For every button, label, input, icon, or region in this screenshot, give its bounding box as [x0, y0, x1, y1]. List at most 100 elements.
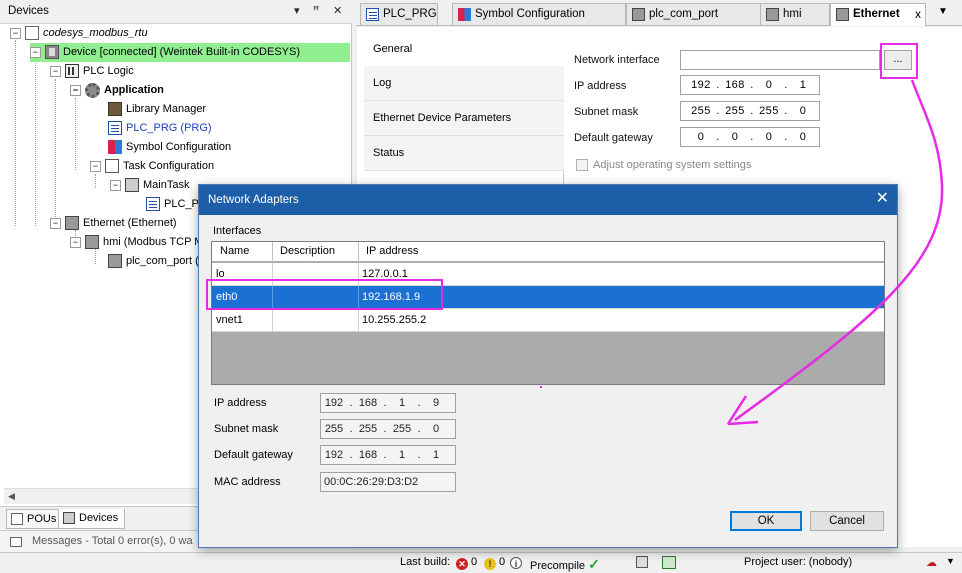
tab-plc-com-port[interactable]: plc_com_port — [626, 3, 762, 25]
program-icon — [108, 121, 122, 136]
messages-summary: Messages - Total 0 error(s), 0 wa — [32, 535, 193, 547]
collapse-icon[interactable]: − — [90, 160, 101, 172]
dialog-close-icon[interactable]: ✕ — [876, 190, 889, 208]
dialog-default-gateway-label: Default gateway — [214, 449, 293, 461]
program-call-icon — [146, 197, 160, 212]
column-header-ip-address[interactable]: IP address — [366, 245, 418, 257]
subnet-mask-label: Subnet mask — [574, 106, 639, 118]
side-tab-general[interactable]: General — [364, 32, 564, 66]
collapse-icon[interactable]: − — [50, 65, 61, 77]
tab-symbol-configuration[interactable]: Symbol Configuration — [452, 3, 626, 25]
device-icon — [45, 45, 59, 60]
column-header-description[interactable]: Description — [280, 245, 335, 257]
side-tab-ethernet-device-parameters[interactable]: Ethernet Device Parameters — [364, 101, 564, 136]
dialog-title: Network Adapters — [208, 194, 299, 206]
program-icon — [366, 8, 379, 21]
tree-item-project[interactable]: − codesys_modbus_rtu — [10, 24, 148, 43]
ok-button[interactable]: OK — [730, 511, 802, 531]
tree-item-plc-prg[interactable]: PLC_PRG (PRG) — [108, 119, 212, 138]
dialog-subnet-mask-field: 255. 255. 255. 0 — [320, 419, 456, 439]
ip-address-field[interactable]: 192. 168. 0. 1 — [680, 75, 820, 95]
com-port-icon — [108, 254, 122, 269]
scroll-left-icon[interactable]: ◀ — [8, 491, 15, 502]
selected-row-highlight — [206, 279, 443, 310]
side-tab-status[interactable]: Status — [364, 136, 564, 171]
side-tab-log[interactable]: Log — [364, 66, 564, 101]
panel-menu-icon[interactable]: ▾ — [294, 4, 300, 17]
task-configuration-icon — [105, 159, 119, 174]
subnet-mask-field[interactable]: 255. 255. 255. 0 — [680, 101, 820, 121]
network-interface-field[interactable] — [680, 50, 880, 70]
dialog-default-gateway-field: 192. 168. 1. 1 — [320, 445, 456, 465]
adjust-os-settings-checkbox[interactable] — [576, 159, 588, 171]
online-icon[interactable] — [662, 556, 676, 569]
table-row[interactable]: vnet1 10.255.255.2 — [212, 309, 884, 332]
tree-item-symbol-configuration[interactable]: Symbol Configuration — [108, 138, 231, 157]
dialog-subnet-mask-label: Subnet mask — [214, 423, 279, 435]
collapse-icon[interactable]: − — [70, 84, 81, 96]
devices-panel-header: Devices ▾ ꟸ ✕ — [0, 0, 352, 24]
collapse-icon[interactable]: − — [70, 236, 81, 248]
tree-item-plc-com-port[interactable]: plc_com_port ( — [108, 252, 199, 271]
precompile-status[interactable]: Precompile ✓ — [530, 556, 600, 573]
tab-ethernet[interactable]: Ethernet x — [830, 3, 926, 26]
tab-plc-prg[interactable]: PLC_PRG — [360, 3, 438, 25]
tree-item-hmi[interactable]: − hmi (Modbus TCP M — [70, 233, 203, 252]
cancel-button[interactable]: Cancel — [810, 511, 884, 531]
tree-item-ethernet[interactable]: − Ethernet (Ethernet) — [50, 214, 177, 233]
pin-icon[interactable]: ꟸ — [313, 4, 319, 17]
ip-address-label: IP address — [574, 80, 627, 92]
dialog-ip-address-label: IP address — [214, 397, 267, 409]
tab-close-icon[interactable]: x — [915, 4, 921, 24]
devices-icon — [63, 512, 75, 524]
network-interface-label: Network interface — [574, 54, 660, 66]
adjust-os-settings-label: Adjust operating system settings — [593, 159, 752, 171]
tree-item-device[interactable]: − Device [connected] (Weintek Built-in CO… — [30, 43, 350, 62]
status-menu-icon[interactable]: ▼ — [946, 556, 955, 566]
last-build-label: Last build: — [400, 556, 451, 568]
tab-devices[interactable]: Devices — [58, 509, 126, 529]
warning-icon: ! — [484, 558, 496, 570]
project-user: Project user: (nobody) — [744, 556, 853, 568]
tab-hmi[interactable]: hmi — [760, 3, 830, 25]
application-gear-icon — [85, 82, 100, 98]
project-icon — [25, 26, 39, 41]
tree-item-plc-logic[interactable]: − PLC Logic — [50, 62, 134, 81]
dialog-mac-address-field: 00:0C:26:29:D3:D2 — [320, 472, 456, 492]
tree-item-maintask[interactable]: − MainTask — [110, 176, 189, 195]
devices-panel-title: Devices — [8, 5, 49, 17]
build-warnings[interactable]: ! 0 — [484, 556, 505, 570]
tree-item-plc-prg-call[interactable]: PLC_P — [146, 195, 199, 214]
column-header-name[interactable]: Name — [220, 245, 249, 257]
tab-pous[interactable]: POUs — [6, 509, 64, 529]
collapse-icon[interactable]: − — [10, 27, 21, 39]
modbus-master-icon — [85, 235, 99, 250]
status-bar: Last build: ✕ 0 ! 0 i Precompile ✓ Project… — [0, 552, 962, 573]
browse-button-highlight — [880, 43, 918, 79]
tree-item-application[interactable]: − Application — [70, 81, 164, 100]
dialog-ip-address-field: 192. 168. 1. 9 — [320, 393, 456, 413]
default-gateway-field[interactable]: 0.0.0.0 — [680, 127, 820, 147]
pous-icon — [11, 513, 23, 525]
collapse-icon[interactable]: − — [30, 46, 41, 58]
task-icon — [125, 178, 139, 193]
modbus-master-icon — [766, 8, 779, 21]
tree-item-task-configuration[interactable]: − Task Configuration — [90, 157, 214, 176]
tree-item-library-manager[interactable]: Library Manager — [108, 100, 206, 119]
collapse-icon[interactable]: − — [50, 217, 61, 229]
symbol-configuration-icon — [458, 8, 471, 21]
build-errors[interactable]: ✕ 0 — [456, 556, 477, 570]
precompile-ok-icon: ✓ — [588, 556, 600, 572]
symbol-configuration-icon — [108, 140, 122, 155]
build-messages[interactable]: i — [510, 556, 525, 569]
cloud-icon[interactable]: ☁ — [926, 556, 937, 569]
panel-close-icon[interactable]: ✕ — [333, 4, 342, 17]
tab-list-dropdown-icon[interactable]: ▼ — [938, 6, 948, 17]
lock-icon[interactable] — [636, 556, 648, 568]
table-header: Name Description IP address — [212, 242, 884, 262]
error-icon: ✕ — [456, 558, 468, 570]
default-gateway-label: Default gateway — [574, 132, 653, 144]
plc-logic-icon — [65, 64, 79, 79]
interfaces-table: Name Description IP address lo 127.0.0.1… — [211, 241, 885, 385]
collapse-icon[interactable]: − — [110, 179, 121, 191]
